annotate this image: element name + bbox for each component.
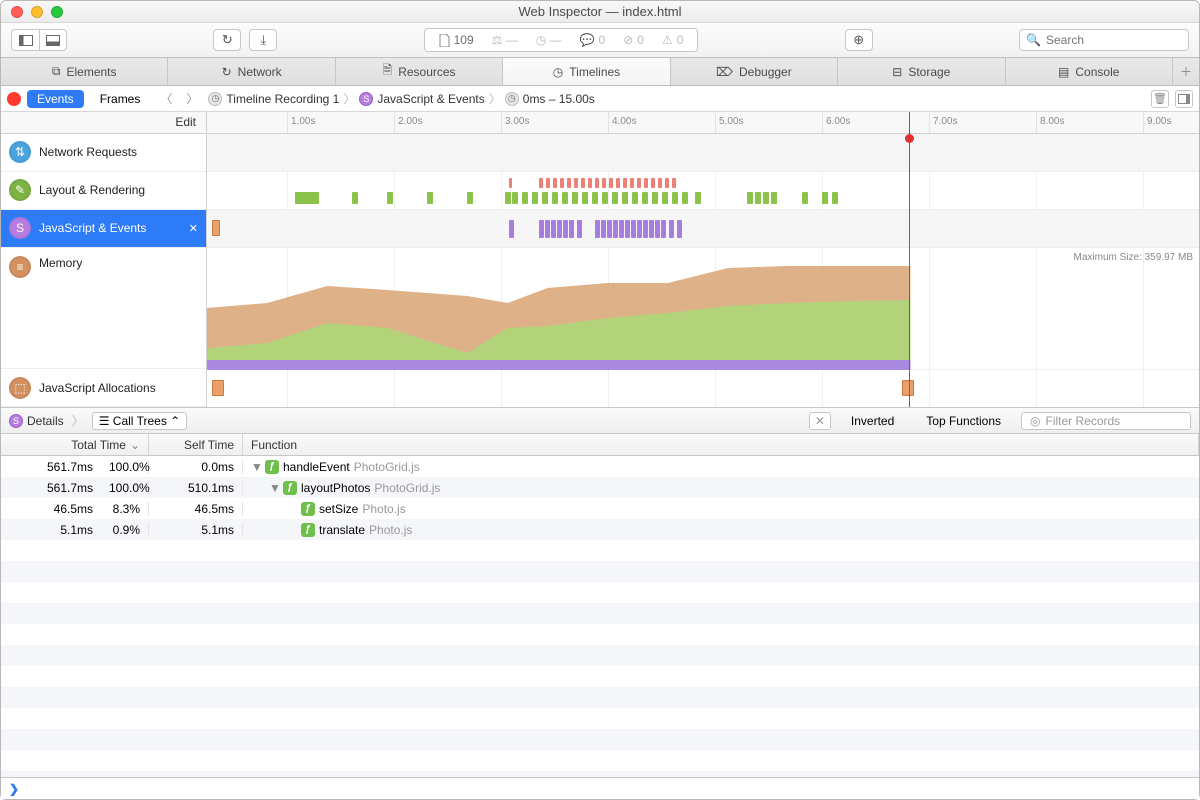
titlebar: Web Inspector — index.html [1, 1, 1199, 23]
table-row[interactable]: 46.5ms8.3%46.5msƒsetSize Photo.js [1, 498, 1199, 519]
errors-count[interactable]: ⊘ 0 [623, 33, 644, 47]
crumb-instrument[interactable]: JavaScript & Events [377, 92, 484, 106]
add-tab-button[interactable]: ＋ [1173, 58, 1199, 85]
function-icon: ƒ [283, 481, 297, 495]
timeline-sidebar: Edit ⇅Network Requests ✎Layout & Renderi… [1, 112, 207, 407]
allocations-icon: ⬚ [9, 377, 31, 399]
tab-bar: ⧉Elements ↻Network 🗎Resources ◷Timelines… [1, 58, 1199, 86]
script-icon: S [359, 92, 373, 106]
toolbar: ↻ ⤓ 109 ⚖ — ◷ — 💬 0 ⊘ 0 ⚠ 0 ⊕ 🔍 [1, 23, 1199, 58]
record-button[interactable] [7, 92, 21, 106]
close-icon[interactable]: ✕ [189, 222, 198, 235]
playhead[interactable] [909, 112, 910, 407]
toggle-left-sidebar-button[interactable] [11, 29, 39, 51]
back-button[interactable]: 〈 [156, 90, 176, 107]
toggle-bottom-panel-button[interactable] [39, 29, 67, 51]
reload-button[interactable]: ↻ [213, 29, 241, 51]
table-header: Total Time ⌄ Self Time Function [1, 434, 1199, 456]
sidebar-item-javascript[interactable]: SJavaScript & Events✕ [1, 210, 206, 248]
col-total-time[interactable]: Total Time ⌄ [1, 434, 149, 455]
breadcrumb: ◷ Timeline Recording 1 〉 S JavaScript & … [208, 90, 594, 107]
row-network [207, 134, 1199, 172]
row-allocations [207, 370, 1199, 407]
memory-icon: ≡ [9, 256, 31, 278]
col-function[interactable]: Function [243, 434, 1199, 455]
download-button[interactable]: ⤓ [249, 29, 277, 51]
call-trees-selector[interactable]: ☰ Call Trees ⌃ [92, 412, 188, 430]
tab-elements[interactable]: ⧉Elements [1, 58, 168, 85]
row-memory: Maximum Size: 359.97 MB [207, 248, 1199, 370]
warnings-count[interactable]: ⚠ 0 [662, 33, 683, 47]
filter-icon: ◎ [1030, 414, 1040, 428]
load-time[interactable]: ◷ — [536, 33, 562, 47]
minimize-icon[interactable] [31, 6, 43, 18]
search-icon: 🔍 [1026, 33, 1041, 47]
clock-icon: ◷ [505, 92, 519, 106]
search-field[interactable]: 🔍 [1019, 29, 1189, 51]
details-label[interactable]: Details [27, 414, 64, 428]
crumb-range[interactable]: 0ms – 15.00s [523, 92, 595, 106]
function-icon: ƒ [301, 523, 315, 537]
table-row[interactable]: 5.1ms0.9%5.1msƒtranslate Photo.js [1, 519, 1199, 540]
row-javascript [207, 210, 1199, 248]
filter-field[interactable]: ◎Filter Records [1021, 412, 1191, 430]
crumb-recording[interactable]: Timeline Recording 1 [226, 92, 339, 106]
row-layout [207, 172, 1199, 210]
logs-count[interactable]: 💬 0 [580, 33, 606, 47]
script-icon: S [9, 414, 23, 428]
toggle-right-sidebar-button[interactable] [1175, 90, 1193, 108]
function-icon: ƒ [265, 460, 279, 474]
zoom-icon[interactable] [51, 6, 63, 18]
inverted-toggle[interactable]: Inverted [839, 414, 906, 428]
tab-console[interactable]: ▤Console [1006, 58, 1173, 85]
clear-button[interactable]: 🗑 [1151, 90, 1169, 108]
stopwatch-icon: ◷ [208, 92, 222, 106]
top-functions-toggle[interactable]: Top Functions [914, 414, 1013, 428]
element-picker-button[interactable]: ⊕ [845, 29, 873, 51]
dashboard: 109 ⚖ — ◷ — 💬 0 ⊘ 0 ⚠ 0 [424, 28, 699, 52]
sidebar-item-allocations[interactable]: ⬚JavaScript Allocations [1, 369, 206, 407]
window-title: Web Inspector — index.html [1, 4, 1199, 19]
sidebar-item-layout[interactable]: ✎Layout & Rendering [1, 172, 206, 210]
memory-max-label: Maximum Size: 359.97 MB [1074, 252, 1194, 263]
sidebar-item-memory[interactable]: ≡Memory [1, 248, 206, 370]
call-tree-table[interactable]: 561.7ms100.0%0.0ms▼ƒhandleEvent PhotoGri… [1, 456, 1199, 777]
view-frames-button[interactable]: Frames [90, 90, 151, 108]
tab-resources[interactable]: 🗎Resources [336, 58, 503, 85]
tab-storage[interactable]: ⊟Storage [838, 58, 1005, 85]
forward-button[interactable]: 〉 [182, 90, 202, 107]
script-icon: S [9, 217, 31, 239]
resource-count[interactable]: 109 [439, 33, 474, 47]
sidebar-item-network[interactable]: ⇅Network Requests [1, 134, 206, 172]
tab-network[interactable]: ↻Network [168, 58, 335, 85]
table-row[interactable]: 561.7ms100.0%0.0ms▼ƒhandleEvent PhotoGri… [1, 456, 1199, 477]
timeline-ruler[interactable]: 1.00s2.00s3.00s4.00s5.00s6.00s7.00s8.00s… [207, 112, 1199, 134]
load-size[interactable]: ⚖ — [492, 33, 518, 47]
function-icon: ƒ [301, 502, 315, 516]
col-self-time[interactable]: Self Time [149, 434, 243, 455]
details-bar: SDetails 〉 ☰ Call Trees ⌃ ✕ Inverted Top… [1, 408, 1199, 434]
console-prompt[interactable]: ❯ [1, 777, 1199, 799]
tab-timelines[interactable]: ◷Timelines [503, 58, 670, 85]
close-icon[interactable] [11, 6, 23, 18]
clear-filter-button[interactable]: ✕ [809, 412, 831, 430]
table-row[interactable]: 561.7ms100.0%510.1ms▼ƒlayoutPhotos Photo… [1, 477, 1199, 498]
navigation-bar: Events Frames 〈 〉 ◷ Timeline Recording 1… [1, 86, 1199, 112]
view-events-button[interactable]: Events [27, 90, 84, 108]
network-icon: ⇅ [9, 141, 31, 163]
tab-debugger[interactable]: ⌦Debugger [671, 58, 838, 85]
paint-icon: ✎ [9, 179, 31, 201]
search-input[interactable] [1046, 33, 1182, 47]
edit-instruments-button[interactable]: Edit [1, 112, 206, 134]
timeline-overview[interactable]: 1.00s2.00s3.00s4.00s5.00s6.00s7.00s8.00s… [207, 112, 1199, 407]
